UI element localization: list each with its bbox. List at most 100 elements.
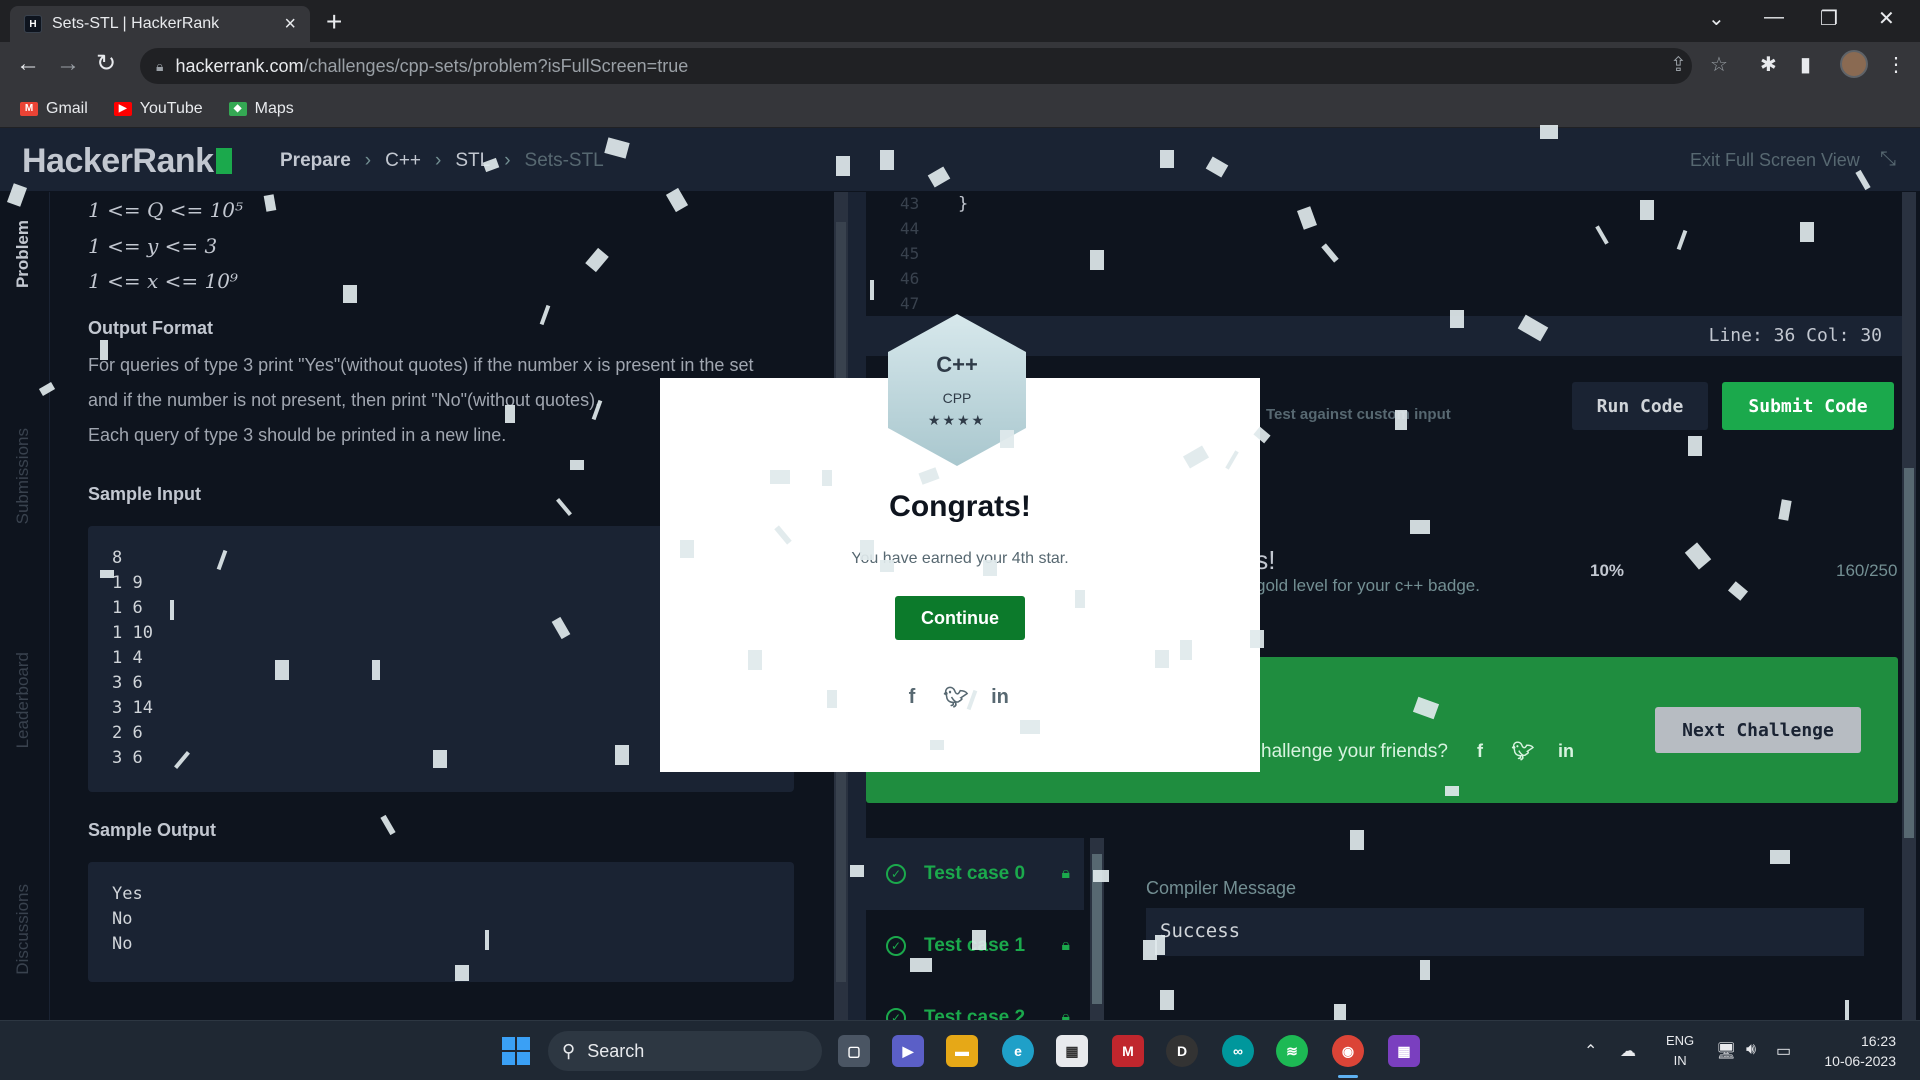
lock-icon: 🔒︎ (1061, 865, 1070, 882)
store-icon[interactable]: ▦ (1056, 1035, 1088, 1067)
twitter-icon[interactable]: 🐦︎ (943, 684, 969, 710)
confetti-piece (615, 745, 629, 765)
check-circle-icon: ✓ (886, 1008, 906, 1020)
badge-progress-count: 160/250 (1836, 561, 1898, 580)
url-input[interactable]: 🔒︎ hackerrank.com/challenges/cpp-sets/pr… (140, 48, 1692, 84)
tab-submissions[interactable]: Submissions (13, 428, 33, 524)
tab-search-icon[interactable]: ⌄ (1708, 6, 1725, 31)
confetti-piece (1450, 310, 1464, 328)
testcase-item[interactable]: ✓ Test case 2 🔒︎ (866, 982, 1084, 1020)
chrome-icon[interactable]: ◉ (1332, 1035, 1364, 1067)
breadcrumb-prepare[interactable]: Prepare (280, 150, 351, 172)
restore-icon[interactable]: ❐ (1820, 6, 1838, 31)
twitter-icon[interactable]: 🐦︎ (1511, 739, 1535, 763)
linkedin-icon[interactable]: in (987, 684, 1013, 710)
meet-icon[interactable]: ▶ (892, 1035, 924, 1067)
confetti-piece (170, 600, 174, 620)
confetti-piece (570, 460, 584, 470)
new-tab-icon[interactable]: + (326, 8, 342, 36)
chrome-menu-icon[interactable]: ⋮ (1886, 52, 1906, 77)
code-text: } (958, 194, 969, 214)
run-code-button[interactable]: Run Code (1572, 382, 1708, 430)
address-bar: ← → ↻ 🔒︎ hackerrank.com/challenges/cpp-s… (0, 42, 1920, 90)
edge-icon[interactable]: e (1002, 1035, 1034, 1067)
compress-icon[interactable]: ⤡ (1880, 148, 1896, 171)
language-indicator[interactable]: ENG IN (1666, 1031, 1694, 1071)
sample-output-heading: Sample Output (88, 820, 217, 840)
breadcrumb-separator-icon: › (435, 150, 442, 171)
mcafee-icon[interactable]: M (1112, 1035, 1144, 1067)
cpp-logo-icon: C++ (936, 351, 978, 377)
sample-input-heading: Sample Input (88, 484, 202, 504)
url-host: hackerrank.com (175, 55, 304, 76)
confetti-piece (505, 405, 515, 423)
tray-chevron-icon[interactable]: ⌃ (1584, 1041, 1597, 1061)
confetti-piece (1000, 430, 1014, 448)
lock-icon[interactable]: 🔒︎ (156, 58, 163, 75)
continue-button[interactable]: Continue (895, 596, 1025, 640)
tab-problem[interactable]: Problem (13, 220, 33, 288)
breadcrumb-current: Sets-STL (524, 150, 604, 171)
task-view-icon[interactable]: ▢ (838, 1035, 870, 1067)
modal-title: Congrats! (889, 490, 1031, 523)
bookmark-youtube[interactable]: ▶ YouTube (113, 100, 203, 118)
clock[interactable]: 16:23 10-06-2023 (1812, 1031, 1896, 1071)
windows-start-icon[interactable] (502, 1037, 530, 1065)
cursor-position: Line: 36 Col: 30 (1708, 325, 1882, 346)
bookmark-star-icon[interactable]: ☆ (1710, 52, 1728, 77)
submit-code-button[interactable]: Submit Code (1722, 382, 1894, 430)
hackerrank-logo[interactable]: HackerRank (22, 142, 232, 181)
file-explorer-icon[interactable]: ▬ (946, 1035, 978, 1067)
editor-scrollbar[interactable] (1902, 192, 1916, 1020)
testcase-item[interactable]: ✓ Test case 0 🔒︎ (866, 838, 1084, 910)
windows-taskbar: ⚲ Search ▢ ▶ ▬ e ▦ M D ∞ ≋ ◉ ▦ ⌃ ☁ ENG I… (0, 1020, 1920, 1080)
extensions-icon[interactable]: ✱ (1760, 52, 1777, 77)
taskbar-search[interactable]: ⚲ Search (548, 1031, 822, 1071)
confetti-piece (1770, 850, 1790, 864)
battery-icon[interactable]: ▭ (1776, 1041, 1791, 1061)
url-path: /challenges/cpp-sets/problem?isFullScree… (303, 55, 689, 76)
custom-input-checkbox-label[interactable]: Test against custom input (1266, 406, 1451, 423)
hackerrank-favicon-icon: H (24, 15, 42, 33)
confetti-piece (680, 540, 694, 558)
arduino-icon[interactable]: ∞ (1222, 1035, 1254, 1067)
confetti-piece (1640, 200, 1654, 220)
network-icon[interactable]: 🖥︎ (1716, 1041, 1736, 1061)
facebook-icon[interactable]: f (1468, 739, 1492, 763)
facebook-icon[interactable]: f (899, 684, 925, 710)
back-icon[interactable]: ← (16, 52, 40, 76)
exit-fullscreen-link[interactable]: Exit Full Screen View (1690, 150, 1860, 171)
tab-close-icon[interactable]: × (284, 13, 296, 36)
spotify-icon[interactable]: ≋ (1276, 1035, 1308, 1067)
volume-icon[interactable]: 🔊︎ (1746, 1041, 1756, 1059)
compiler-message-label: Compiler Message (1146, 878, 1297, 898)
app-icon[interactable]: ▦ (1388, 1035, 1420, 1067)
testcase-scrollbar[interactable] (1090, 838, 1104, 1020)
confetti-piece (748, 650, 762, 670)
dell-icon[interactable]: D (1166, 1035, 1198, 1067)
onedrive-icon[interactable]: ☁ (1620, 1041, 1636, 1061)
reload-icon[interactable]: ↻ (96, 52, 116, 76)
forward-icon[interactable]: → (56, 52, 80, 76)
breadcrumb-cpp[interactable]: C++ (385, 150, 421, 172)
youtube-icon: ▶ (113, 101, 132, 116)
tab-discussions[interactable]: Discussions (13, 884, 33, 975)
share-page-icon[interactable]: ⇪ (1670, 52, 1687, 77)
linkedin-icon[interactable]: in (1554, 739, 1578, 763)
close-window-icon[interactable]: ✕ (1878, 6, 1895, 31)
bookmark-maps[interactable]: ◆ Maps (228, 100, 294, 118)
minimize-icon[interactable]: — (1764, 6, 1784, 29)
line-number: 44 (900, 219, 920, 238)
sample-output-box: Yes No No (88, 862, 794, 982)
confetti-piece (1395, 410, 1407, 430)
tab-leaderboard[interactable]: Leaderboard (13, 652, 33, 748)
next-challenge-button[interactable]: Next Challenge (1655, 707, 1861, 753)
profile-avatar[interactable] (1840, 50, 1868, 78)
code-line: No (112, 934, 133, 954)
bookmark-gmail[interactable]: M Gmail (20, 100, 88, 118)
confetti-piece (1250, 630, 1264, 648)
browser-tab[interactable]: H Sets-STL | HackerRank × (10, 6, 310, 42)
side-panel-icon[interactable]: ▮ (1800, 52, 1811, 77)
confetti-piece (100, 570, 114, 578)
lock-icon: 🔒︎ (1061, 937, 1070, 954)
